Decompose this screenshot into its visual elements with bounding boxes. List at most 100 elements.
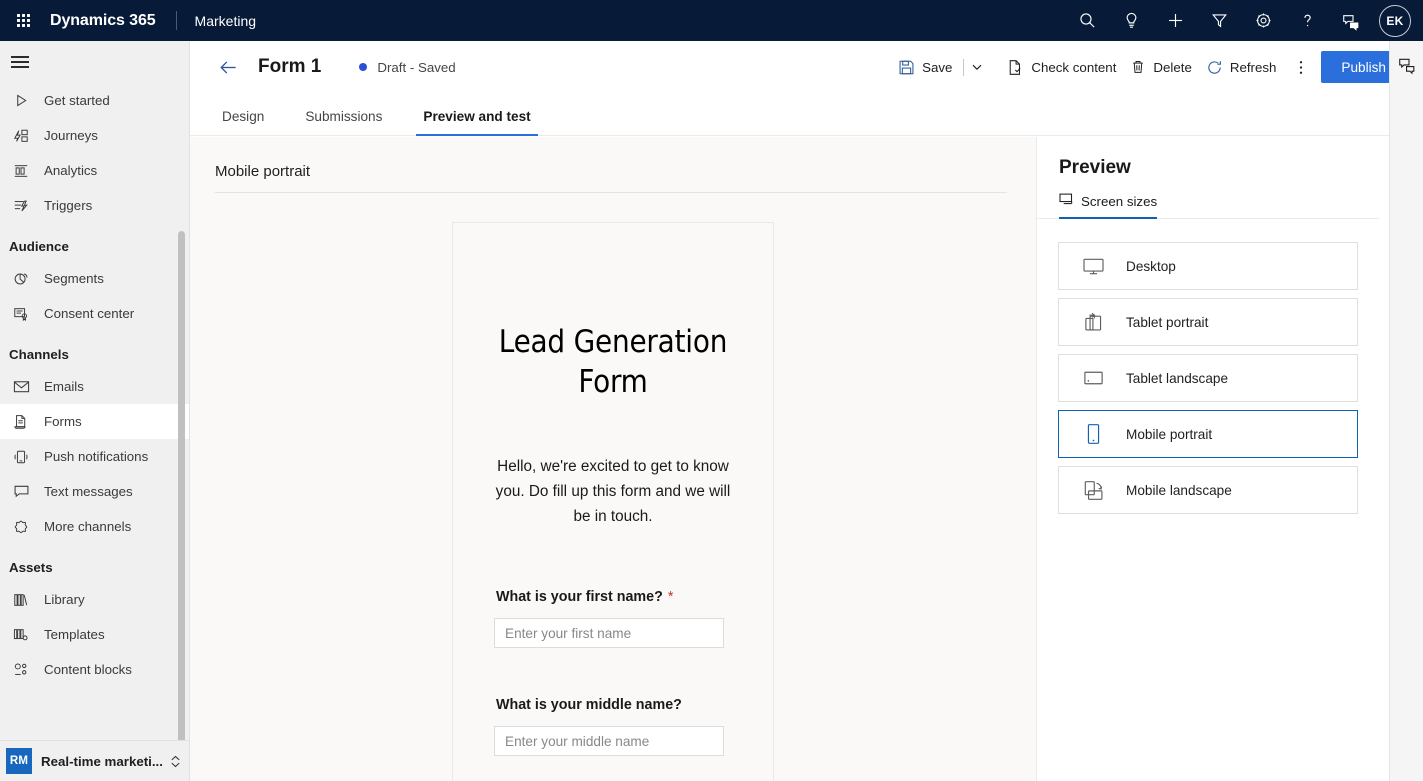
field-label-text: What is your first name?: [496, 589, 663, 605]
right-rail: [1389, 41, 1423, 781]
desktop-icon: [1080, 257, 1106, 276]
size-option-label: Desktop: [1126, 258, 1176, 274]
analytics-icon: [11, 161, 31, 181]
back-icon[interactable]: [215, 54, 241, 80]
field-label-text: What is your middle name?: [496, 697, 682, 713]
size-option-label: Mobile portrait: [1126, 426, 1213, 442]
form-heading: Lead Generation Form: [498, 324, 728, 400]
form-field-middle-name: What is your middle name?: [494, 648, 732, 756]
check-content-button[interactable]: Check content: [1000, 51, 1123, 84]
check-content-label: Check content: [1031, 59, 1117, 75]
status-dot-icon: [359, 63, 368, 71]
sidebar-item-text-messages[interactable]: Text messages: [0, 474, 189, 509]
sidebar-item-templates[interactable]: Templates: [0, 617, 189, 652]
sidebar-item-label: More channels: [44, 519, 132, 534]
avatar[interactable]: EK: [1379, 4, 1411, 37]
preview-settings-panel: Preview Screen sizes Desktop Tablet port…: [1036, 137, 1379, 781]
sidebar-group-channels: Channels: [9, 347, 69, 362]
form-subtext: Hello, we're excited to get to know you.…: [495, 458, 731, 525]
sidebar-item-triggers[interactable]: Triggers: [0, 188, 189, 223]
email-icon: [11, 377, 31, 397]
tab-screen-sizes[interactable]: Screen sizes: [1059, 193, 1158, 219]
top-navigation-bar: Dynamics 365 Marketing EK: [0, 0, 1423, 41]
size-option-mobile-landscape[interactable]: Mobile landscape: [1058, 466, 1358, 514]
area-switcher[interactable]: RM Real-time marketi...: [0, 740, 189, 781]
tab-strip: Design Submissions Preview and test: [190, 93, 1423, 136]
save-divider: [963, 58, 965, 76]
screen-sizes-icon: [1059, 193, 1074, 209]
tablet-portrait-icon: [1080, 312, 1106, 332]
refresh-label: Refresh: [1229, 59, 1277, 75]
sidebar-item-label: Journeys: [44, 128, 98, 143]
sidebar-item-emails[interactable]: Emails: [0, 369, 189, 404]
sidebar-collapse-icon[interactable]: [0, 41, 189, 83]
feedback-icon[interactable]: [1390, 41, 1423, 89]
sidebar-item-journeys[interactable]: Journeys: [0, 118, 189, 153]
forms-icon: [11, 412, 31, 432]
brand-title[interactable]: Dynamics 365: [46, 12, 156, 30]
sidebar-item-label: Content blocks: [44, 662, 132, 677]
save-chevron-down-icon[interactable]: [966, 51, 988, 84]
size-option-tablet-portrait[interactable]: Tablet portrait: [1058, 298, 1358, 346]
sidebar-scroll-region: Get started Journeys Analytics Triggers …: [0, 83, 189, 740]
size-option-desktop[interactable]: Desktop: [1058, 242, 1358, 290]
required-marker: *: [667, 589, 674, 605]
search-icon[interactable]: [1065, 0, 1109, 41]
more-channels-icon: [11, 517, 31, 537]
size-option-mobile-portrait[interactable]: Mobile portrait: [1058, 410, 1358, 458]
content-blocks-icon: [11, 660, 31, 680]
refresh-button[interactable]: Refresh: [1199, 51, 1284, 84]
segments-icon: [11, 269, 31, 289]
more-commands-icon[interactable]: [1287, 51, 1315, 84]
sidebar-scrollbar[interactable]: [178, 231, 185, 740]
gear-icon[interactable]: [1241, 0, 1285, 41]
save-button[interactable]: Save: [891, 51, 959, 84]
sidebar-item-more-channels[interactable]: More channels: [0, 509, 189, 544]
feedback-icon[interactable]: [1329, 0, 1373, 41]
size-option-tablet-landscape[interactable]: Tablet landscape: [1058, 354, 1358, 402]
sidebar-item-label: Segments: [44, 271, 104, 286]
text-message-icon: [11, 482, 31, 502]
device-frame-mobile-portrait: Lead Generation Form Hello, we're excite…: [452, 222, 774, 781]
command-bar: Form 1 Draft - Saved Save Check content …: [190, 41, 1423, 93]
sidebar-group-audience: Audience: [9, 239, 69, 254]
sidebar-item-push-notifications[interactable]: Push notifications: [0, 439, 189, 474]
size-option-label: Tablet portrait: [1126, 314, 1209, 330]
tab-preview-and-test[interactable]: Preview and test: [416, 109, 538, 136]
sidebar-item-get-started[interactable]: Get started: [0, 83, 189, 118]
save-split-button: Save: [891, 51, 988, 84]
filter-icon[interactable]: [1197, 0, 1241, 41]
sidebar-item-label: Get started: [44, 93, 110, 108]
app-launcher-icon[interactable]: [0, 0, 46, 41]
sidebar-item-forms[interactable]: Forms: [0, 404, 189, 439]
preview-canvas: Mobile portrait Lead Generation Form Hel…: [190, 137, 1036, 781]
templates-icon: [11, 625, 31, 645]
journeys-icon: [11, 126, 31, 146]
app-name-label[interactable]: Marketing: [195, 13, 256, 29]
area-switcher-chevron-icon: [169, 754, 182, 769]
sidebar-item-content-blocks[interactable]: Content blocks: [0, 652, 189, 687]
save-icon: [898, 59, 915, 76]
area-switcher-label: Real-time marketi...: [41, 753, 163, 769]
middle-name-input[interactable]: [494, 726, 724, 756]
delete-button[interactable]: Delete: [1123, 51, 1198, 84]
first-name-input[interactable]: [494, 618, 724, 648]
sidebar-item-library[interactable]: Library: [0, 582, 189, 617]
status-text: Draft - Saved: [377, 59, 456, 75]
sidebar-item-analytics[interactable]: Analytics: [0, 153, 189, 188]
brand-divider: [175, 11, 177, 30]
size-option-label: Mobile landscape: [1126, 482, 1232, 498]
tab-submissions[interactable]: Submissions: [298, 109, 389, 135]
push-notification-icon: [11, 447, 31, 467]
status-badge: Draft - Saved: [359, 59, 456, 75]
screen-size-list: Desktop Tablet portrait Tablet landscape…: [1037, 219, 1379, 514]
sidebar-item-segments[interactable]: Segments: [0, 261, 189, 296]
plus-icon[interactable]: [1153, 0, 1197, 41]
tab-design[interactable]: Design: [215, 109, 271, 135]
sidebar-item-consent-center[interactable]: Consent center: [0, 296, 189, 331]
help-icon[interactable]: [1285, 0, 1329, 41]
sidebar-item-label: Text messages: [44, 484, 133, 499]
sidebar-item-label: Templates: [44, 627, 105, 642]
lightbulb-icon[interactable]: [1109, 0, 1153, 41]
canvas-divider: [215, 192, 1007, 193]
